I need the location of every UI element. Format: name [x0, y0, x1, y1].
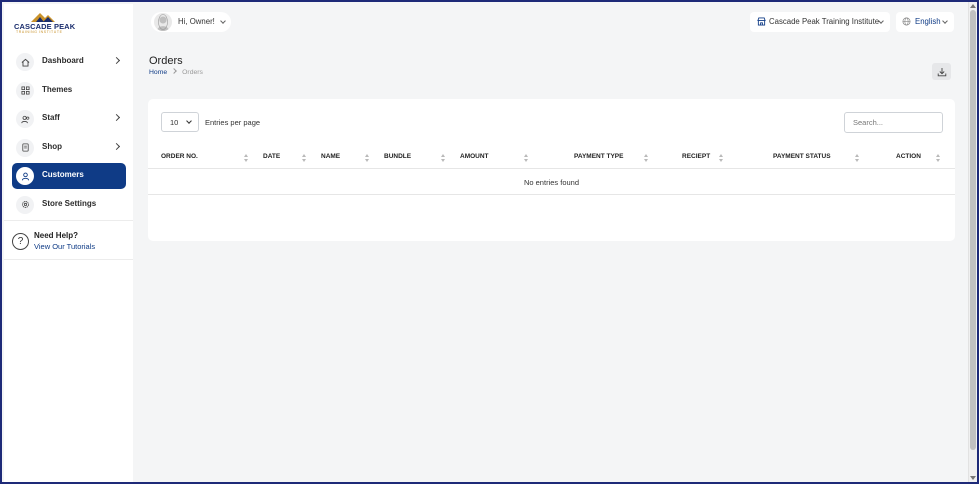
sort-icon[interactable] [644, 154, 648, 162]
sidebar-item-themes[interactable]: Themes [12, 78, 126, 104]
question-icon: ? [12, 233, 29, 250]
breadcrumb-current: Orders [182, 69, 203, 76]
sidebar-item-shop[interactable]: Shop [12, 135, 126, 161]
column-header-payment-status[interactable]: PAYMENT STATUS [773, 153, 831, 160]
logo[interactable]: CASCADE PEAK TRAINING INSTITUTE [12, 11, 75, 37]
sidebar-item-staff[interactable]: Staff [12, 106, 126, 132]
chevron-right-icon [112, 56, 121, 65]
sidebar-item-label: Staff [42, 113, 60, 123]
sidebar-item-label: Dashboard [42, 56, 84, 65]
sidebar-item-store-settings[interactable]: Store Settings [12, 192, 126, 218]
language-selector[interactable]: English [896, 12, 954, 32]
sidebar-item-dashboard[interactable]: Dashboard [12, 49, 126, 75]
sort-icon[interactable] [441, 154, 445, 162]
chevron-down-icon [186, 118, 192, 124]
column-header-action[interactable]: ACTION [896, 153, 921, 160]
language-label: English [915, 17, 941, 26]
search-input[interactable] [844, 112, 943, 133]
themes-icon [16, 81, 34, 100]
table-header: ORDER NO. DATE NAME BUNDLE AMOUNT PAYMEN… [148, 145, 955, 169]
table-row: No entries found [148, 170, 955, 195]
app-window: CASCADE PEAK TRAINING INSTITUTE Dashboar… [0, 0, 979, 484]
column-header-date[interactable]: DATE [263, 153, 280, 160]
download-icon [937, 67, 946, 76]
sidebar-item-label: Shop [42, 141, 62, 151]
user-menu[interactable]: Hi, Owner! [151, 12, 231, 32]
chevron-right-icon [112, 114, 121, 122]
scrollbar-thumb[interactable] [970, 10, 976, 450]
sidebar: CASCADE PEAK TRAINING INSTITUTE Dashboar… [4, 4, 133, 482]
shop-icon [16, 138, 34, 157]
settings-icon [16, 195, 34, 214]
chevron-down-icon [220, 18, 226, 24]
orders-table-card: 10 Entries per page ORDER NO. DATE NAME … [148, 99, 955, 241]
entries-per-page-select[interactable]: 10 [161, 112, 199, 132]
sort-icon[interactable] [302, 154, 306, 162]
column-header-receipt[interactable]: RECIEPT [682, 153, 710, 160]
sidebar-item-label: Customers [42, 170, 84, 180]
entries-value: 10 [170, 118, 179, 127]
sort-icon[interactable] [855, 154, 859, 162]
sort-icon[interactable] [244, 154, 248, 162]
chevron-right-icon [171, 68, 177, 74]
column-header-order-no[interactable]: ORDER NO. [161, 153, 198, 160]
chevron-right-icon [112, 142, 121, 150]
sort-icon[interactable] [524, 154, 528, 162]
help-section: ? Need Help? View Our Tutorials [4, 220, 133, 260]
entries-per-page-label: Entries per page [205, 118, 261, 127]
sort-icon[interactable] [936, 154, 940, 162]
store-icon [757, 17, 766, 26]
sidebar-item-customers[interactable]: Customers [12, 163, 126, 190]
download-button[interactable] [932, 63, 951, 80]
breadcrumb: Home Orders [149, 68, 203, 76]
column-header-bundle[interactable]: BUNDLE [384, 153, 411, 160]
breadcrumb-home[interactable]: Home [149, 69, 167, 76]
sort-icon[interactable] [365, 154, 369, 162]
institute-name: Cascade Peak Training Institute [769, 17, 880, 26]
avatar [154, 13, 172, 31]
page-title: Orders [149, 55, 183, 67]
sidebar-item-label: Store Settings [42, 198, 97, 208]
scroll-up-icon[interactable] [970, 4, 976, 8]
sidebar-nav: Dashboard Themes Staff Shop Customers St… [4, 49, 133, 221]
logo-tagline: TRAINING INSTITUTE [16, 30, 63, 34]
sidebar-item-label: Themes [42, 84, 73, 94]
home-icon [16, 53, 34, 71]
greeting: Hi, Owner! [178, 17, 215, 26]
staff-icon [16, 110, 34, 129]
vertical-scrollbar[interactable] [968, 2, 977, 482]
institute-selector[interactable]: Cascade Peak Training Institute [750, 12, 890, 32]
help-title: Need Help? [34, 231, 79, 240]
column-header-amount[interactable]: AMOUNT [460, 153, 489, 160]
chevron-down-icon [942, 18, 948, 24]
column-header-name[interactable]: NAME [321, 153, 340, 160]
empty-message: No entries found [523, 178, 580, 187]
sort-icon[interactable] [719, 154, 723, 162]
column-header-payment-type[interactable]: PAYMENT TYPE [574, 153, 623, 160]
scroll-down-icon[interactable] [970, 476, 976, 480]
tutorials-link[interactable]: View Our Tutorials [34, 242, 95, 251]
globe-icon [902, 17, 911, 26]
user-icon [16, 167, 34, 186]
